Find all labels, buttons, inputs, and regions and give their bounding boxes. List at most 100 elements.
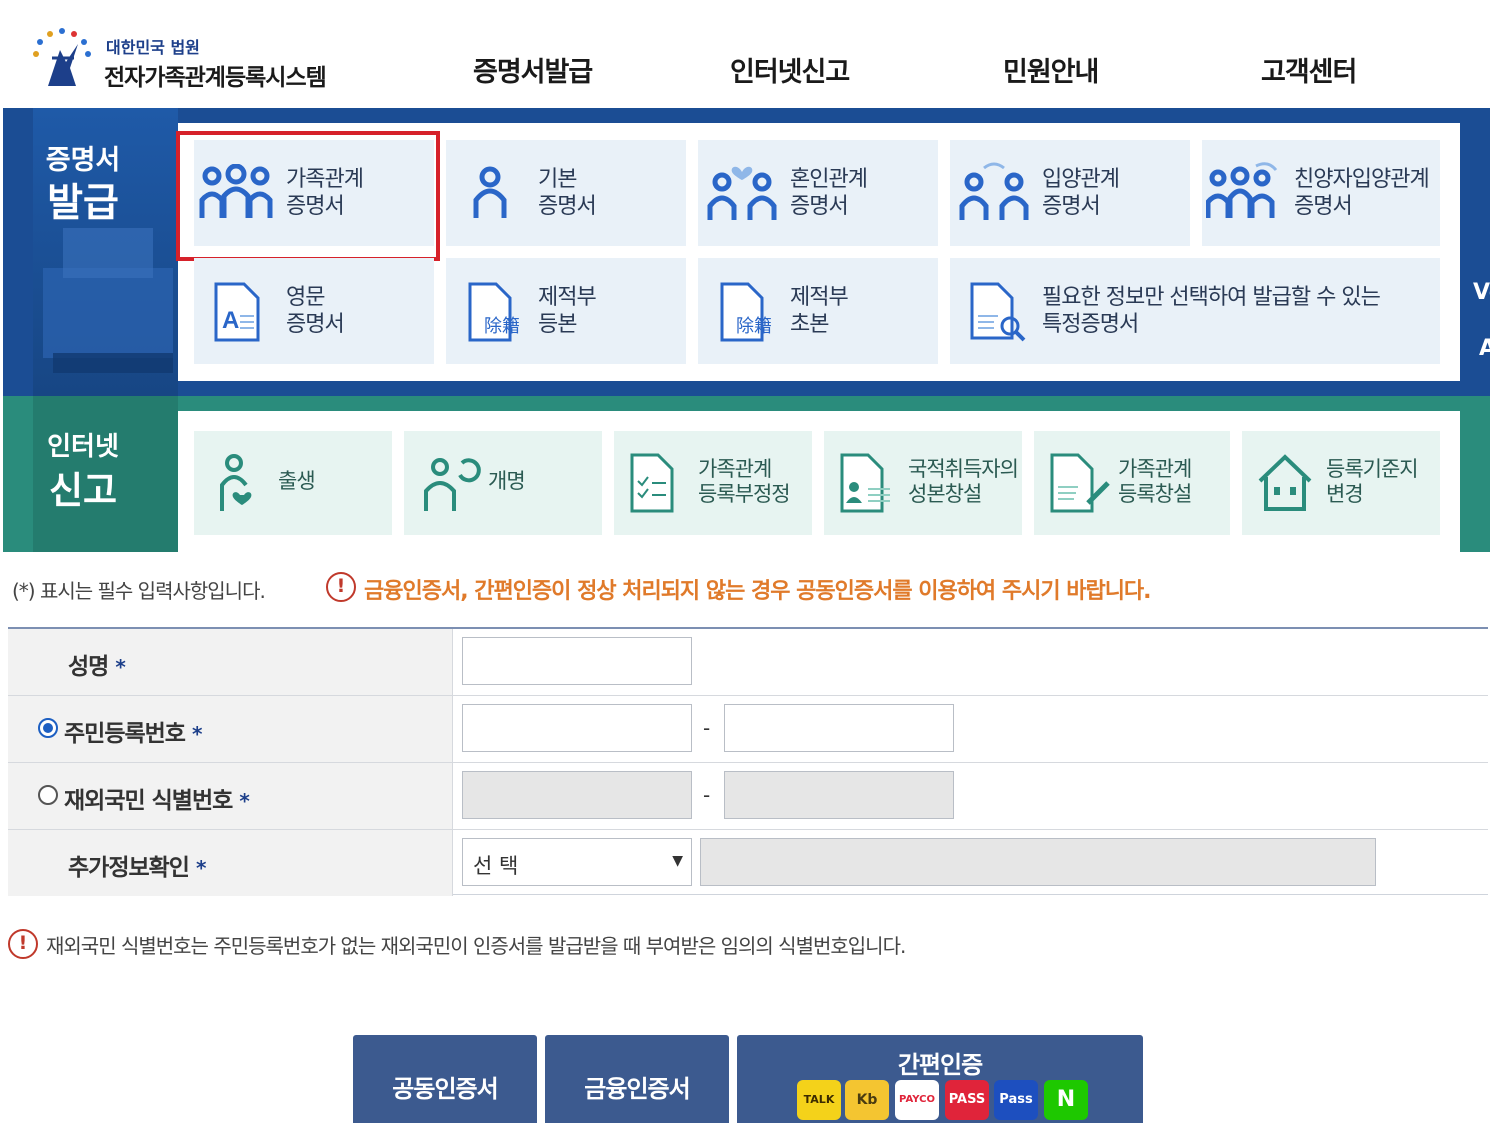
tile-register-creation[interactable]: 가족관계 등록창설 bbox=[1034, 431, 1230, 535]
site-logo[interactable]: 대한민국 법원 전자가족관계등록시스템 bbox=[30, 26, 350, 96]
tile-label-line2: 증명서 bbox=[286, 312, 345, 337]
site-header: 대한민국 법원 전자가족관계등록시스템 증명서발급 인터넷신고 민원안내 고객센… bbox=[0, 0, 1490, 108]
rrn-dash: - bbox=[703, 716, 711, 740]
edge-text-1: Ve bbox=[1473, 280, 1490, 305]
tile-basic-cert[interactable]: 기본 증명서 bbox=[446, 140, 686, 246]
foreign-id-radio[interactable] bbox=[38, 785, 58, 805]
extra-info-input[interactable] bbox=[700, 838, 1376, 886]
tile-rename-report[interactable]: 개명 bbox=[404, 431, 602, 535]
pen-doc-icon bbox=[1050, 453, 1110, 513]
tile-label-line1: 입양관계 bbox=[1042, 167, 1120, 192]
tile-label-line1: 가족관계 bbox=[698, 457, 772, 481]
tile-label: 가족관계 등록부정정 bbox=[698, 457, 791, 507]
button-label: 공동인증서 bbox=[392, 1075, 498, 1103]
foreign-id-front-input[interactable] bbox=[462, 771, 692, 819]
extra-info-label: 추가정보확인 * bbox=[68, 855, 207, 881]
required-field-note: (*) 표시는 필수 입력사항입니다. bbox=[12, 579, 266, 603]
rrn-front-input[interactable] bbox=[462, 704, 692, 752]
form-label-cell: 추가정보확인 * bbox=[8, 830, 453, 896]
checklist-doc-icon bbox=[630, 453, 674, 513]
tile-label-line1: 필요한 정보만 선택하여 발급할 수 있는 bbox=[1042, 285, 1381, 310]
kb-icon[interactable]: Kb bbox=[845, 1080, 889, 1120]
nav-certificate-issue[interactable]: 증명서발급 bbox=[473, 50, 593, 89]
tile-label-line1: 제적부 bbox=[538, 285, 597, 310]
rrn-back-input[interactable] bbox=[724, 704, 954, 752]
tile-label-line2: 특정증명서 bbox=[1042, 312, 1139, 337]
register-badge: 除籍 bbox=[736, 316, 772, 337]
tile-label-line2: 등록부정정 bbox=[698, 482, 791, 506]
nav-internet-report[interactable]: 인터넷신고 bbox=[730, 50, 850, 89]
button-label: 간편인증 bbox=[897, 1051, 983, 1079]
kakao-talk-icon[interactable]: TALK bbox=[797, 1080, 841, 1120]
samsung-pass-icon[interactable]: Pass bbox=[994, 1080, 1038, 1120]
tile-adoption-cert[interactable]: 입양관계 증명서 bbox=[950, 140, 1190, 246]
tile-label: 출생 bbox=[278, 469, 316, 493]
form-label-cell: 성명 * bbox=[8, 629, 453, 695]
info-warning-icon: ! bbox=[8, 929, 38, 959]
tile-label-line2: 성본창설 bbox=[908, 482, 982, 506]
foreign-id-dash: - bbox=[703, 783, 711, 807]
tile-label-line2: 등본 bbox=[538, 312, 577, 337]
dropdown-arrow-icon: ▼ bbox=[672, 853, 683, 869]
couple-heart-icon bbox=[707, 166, 777, 220]
id-doc-icon bbox=[840, 453, 890, 513]
tile-label-line1: 제적부 bbox=[790, 285, 849, 310]
tile-english-cert[interactable]: A 영문 증명서 bbox=[194, 258, 434, 364]
birth-icon bbox=[220, 454, 252, 511]
tile-birth-report[interactable]: 출생 bbox=[194, 431, 392, 535]
name-label: 성명 * bbox=[68, 654, 126, 680]
tile-label: 가족관계 등록창설 bbox=[1118, 457, 1192, 507]
tile-label: 개명 bbox=[488, 469, 526, 493]
form-label-cell: 재외국민 식별번호 * bbox=[8, 763, 453, 829]
tile-label-line1: 친양자입양관계 bbox=[1294, 167, 1430, 192]
extra-info-select[interactable]: 선 택 ▼ bbox=[462, 838, 692, 886]
court-logo-icon bbox=[33, 28, 91, 86]
tile-marriage-cert[interactable]: 혼인관계 증명서 bbox=[698, 140, 938, 246]
tile-full-adoption-cert[interactable]: 친양자입양관계 증명서 bbox=[1202, 140, 1440, 246]
tile-removed-register-extract[interactable]: 除籍 제적부 초본 bbox=[698, 258, 938, 364]
tile-label: 혼인관계 증명서 bbox=[790, 166, 868, 220]
tile-label-line2: 증명서 bbox=[538, 194, 597, 219]
report-section-title-bottom: 신고 bbox=[48, 469, 118, 512]
tile-label: 등록기준지 변경 bbox=[1326, 457, 1419, 507]
tile-label-line2: 초본 bbox=[790, 312, 829, 337]
joint-certificate-button[interactable]: 공동인증서 bbox=[353, 1035, 537, 1123]
logo-title: 전자가족관계등록시스템 bbox=[104, 65, 327, 91]
nav-customer-center[interactable]: 고객센터 bbox=[1261, 50, 1357, 89]
register-badge: 除籍 bbox=[484, 316, 520, 337]
report-section-title-top: 인터넷 bbox=[47, 432, 119, 462]
tile-base-address-change[interactable]: 등록기준지 변경 bbox=[1242, 431, 1440, 535]
nav-civil-guide[interactable]: 민원안내 bbox=[1003, 50, 1099, 89]
rrn-radio[interactable] bbox=[38, 718, 58, 738]
tile-label-line1: 영문 bbox=[286, 285, 325, 310]
tile-label-line2: 변경 bbox=[1326, 482, 1364, 506]
finance-certificate-button[interactable]: 금융인증서 bbox=[545, 1035, 729, 1123]
tile-label: 필요한 정보만 선택하여 발급할 수 있는 특정증명서 bbox=[1042, 284, 1381, 338]
adoption-icon bbox=[959, 162, 1029, 220]
edge-text-2: A bbox=[1479, 336, 1490, 361]
tile-label-line1: 국적취득자의 bbox=[908, 457, 1019, 481]
pass-icon[interactable]: PASS bbox=[945, 1080, 989, 1120]
tile-nationality-surname[interactable]: 국적취득자의 성본창설 bbox=[824, 431, 1022, 535]
foreign-id-back-input[interactable] bbox=[724, 771, 954, 819]
tile-label: 국적취득자의 성본창설 bbox=[908, 457, 1019, 507]
tile-label-line2: 증명서 bbox=[1042, 194, 1101, 219]
name-input[interactable] bbox=[462, 637, 692, 685]
tile-label: 영문 증명서 bbox=[286, 284, 345, 338]
tile-label-line2: 증명서 bbox=[1294, 194, 1353, 219]
person-icon bbox=[473, 166, 507, 218]
tile-removed-register-copy[interactable]: 除籍 제적부 등본 bbox=[446, 258, 686, 364]
tile-label: 친양자입양관계 증명서 bbox=[1294, 166, 1430, 220]
tile-label: 제적부 등본 bbox=[538, 284, 597, 338]
warning-icon: ! bbox=[326, 572, 356, 602]
form-row-name: 성명 * bbox=[8, 629, 1488, 696]
payco-icon[interactable]: PAYCO bbox=[895, 1080, 939, 1120]
tile-specific-cert[interactable]: 필요한 정보만 선택하여 발급할 수 있는 특정증명서 bbox=[950, 258, 1440, 364]
tile-label-line1: 기본 bbox=[538, 167, 577, 192]
tile-label: 입양관계 증명서 bbox=[1042, 166, 1120, 220]
foreign-id-note: 재외국민 식별번호는 주민등록번호가 없는 재외국민이 인증서를 발급받을 때 … bbox=[46, 934, 906, 958]
tile-register-correction[interactable]: 가족관계 등록부정정 bbox=[614, 431, 812, 535]
family-arrow-icon bbox=[1206, 162, 1278, 218]
naver-icon[interactable]: N bbox=[1044, 1080, 1088, 1120]
logo-subtitle: 대한민국 법원 bbox=[106, 38, 200, 57]
